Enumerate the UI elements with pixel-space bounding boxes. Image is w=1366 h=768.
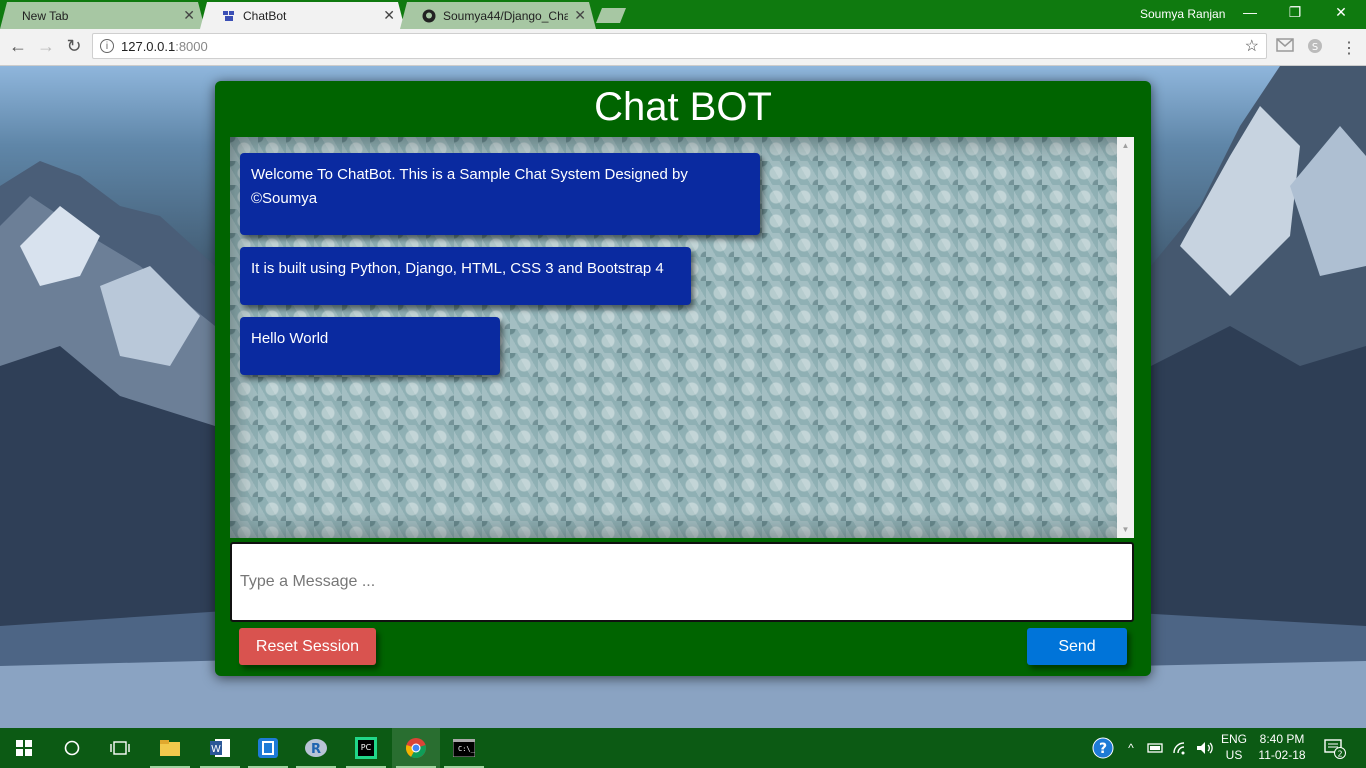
scroll-down-icon[interactable]: ▼ <box>1117 525 1134 534</box>
url-port: :8000 <box>175 38 208 54</box>
close-icon[interactable]: ✕ <box>383 7 395 24</box>
tab-title: New Tab <box>22 8 69 23</box>
svg-text:PC: PC <box>361 743 372 752</box>
clock-time: 8:40 PM <box>1259 732 1305 746</box>
svg-text:?: ? <box>1099 741 1107 757</box>
chevron-up-icon[interactable]: ^ <box>1122 728 1140 768</box>
close-icon[interactable]: ✕ <box>183 7 195 24</box>
message-input[interactable] <box>230 542 1134 622</box>
chatbot-icon <box>222 9 236 23</box>
svg-text:C:\_: C:\_ <box>458 745 475 753</box>
tab-new-tab[interactable]: New Tab ✕ <box>0 2 205 29</box>
forward-icon[interactable]: → <box>34 36 58 57</box>
clock-date: 11-02-18 <box>1258 748 1306 762</box>
region-code: US <box>1225 748 1243 762</box>
chat-card: Chat BOT Welcome To ChatBot. This is a S… <box>215 81 1151 676</box>
bookmark-star-icon[interactable]: ☆ <box>1245 36 1259 56</box>
svg-text:R: R <box>311 742 321 757</box>
volume-icon[interactable] <box>1194 728 1216 768</box>
pycharm-icon[interactable]: PC <box>342 728 390 768</box>
close-icon[interactable]: ✕ <box>574 7 586 24</box>
new-tab-button[interactable] <box>596 8 626 23</box>
tab-github[interactable]: Soumya44/Django_Chat ✕ <box>400 2 596 29</box>
tab-title: ChatBot <box>243 8 287 23</box>
help-icon[interactable]: ? <box>1090 728 1116 768</box>
chat-message: Hello World <box>240 317 500 375</box>
page-background: Chat BOT Welcome To ChatBot. This is a S… <box>0 66 1366 728</box>
info-icon[interactable]: i <box>100 39 114 53</box>
minimize-icon[interactable]: — <box>1235 4 1265 20</box>
terminal-icon[interactable]: C:\_ <box>440 728 488 768</box>
chat-message: It is built using Python, Django, HTML, … <box>240 247 691 305</box>
close-window-icon[interactable]: ✕ <box>1326 4 1356 21</box>
address-bar[interactable]: i 127.0.0.1:8000 ☆ <box>92 33 1267 59</box>
tab-chatbot[interactable]: ChatBot ✕ <box>200 2 405 29</box>
windows-start-icon[interactable] <box>0 728 48 768</box>
skype-extension-icon[interactable]: S <box>1306 38 1324 54</box>
chat-scrollbar[interactable]: ▲ ▼ <box>1117 137 1134 538</box>
svg-text:W: W <box>211 744 221 755</box>
tab-title: Soumya44/Django_Chat <box>443 8 569 23</box>
github-icon <box>422 9 436 23</box>
search-cortana-icon[interactable] <box>48 728 96 768</box>
remote-app-icon[interactable] <box>244 728 292 768</box>
language-indicator[interactable]: ENG US <box>1216 731 1252 763</box>
action-center-icon[interactable]: 2 <box>1320 728 1350 768</box>
chat-message: Welcome To ChatBot. This is a Sample Cha… <box>240 153 760 235</box>
taskbar: W R PC C:\_ ? ^ ENG US 8:40 PM 11-02-18 … <box>0 728 1366 768</box>
page-title: Chat BOT <box>594 85 772 129</box>
back-icon[interactable]: ← <box>6 36 30 57</box>
browser-toolbar: ← → ↻ i 127.0.0.1:8000 ☆ S ⋮ <box>0 29 1366 66</box>
chat-log[interactable]: Welcome To ChatBot. This is a Sample Cha… <box>230 137 1134 538</box>
gmail-extension-icon[interactable] <box>1276 38 1294 54</box>
r-language-icon[interactable]: R <box>292 728 340 768</box>
chrome-icon[interactable] <box>392 728 440 768</box>
battery-icon[interactable] <box>1144 728 1166 768</box>
svg-text:S: S <box>1312 42 1318 53</box>
reset-session-button[interactable]: Reset Session <box>239 628 376 665</box>
file-explorer-icon[interactable] <box>146 728 194 768</box>
browser-titlebar: New Tab ✕ ChatBot ✕ Soumya44/Django_Chat… <box>0 0 1366 29</box>
send-button[interactable]: Send <box>1027 628 1127 665</box>
task-view-icon[interactable] <box>96 728 144 768</box>
clock[interactable]: 8:40 PM 11-02-18 <box>1252 731 1312 763</box>
profile-name[interactable]: Soumya Ranjan <box>1140 7 1225 21</box>
reload-icon[interactable]: ↻ <box>62 36 86 57</box>
word-icon[interactable]: W <box>196 728 244 768</box>
restore-icon[interactable]: ❐ <box>1280 4 1310 21</box>
wifi-icon[interactable] <box>1170 728 1192 768</box>
language-code: ENG <box>1220 732 1247 746</box>
menu-icon[interactable]: ⋮ <box>1340 38 1358 57</box>
url-host: 127.0.0.1 <box>121 38 176 54</box>
notification-count: 2 <box>1337 750 1342 759</box>
scroll-up-icon[interactable]: ▲ <box>1117 141 1134 150</box>
